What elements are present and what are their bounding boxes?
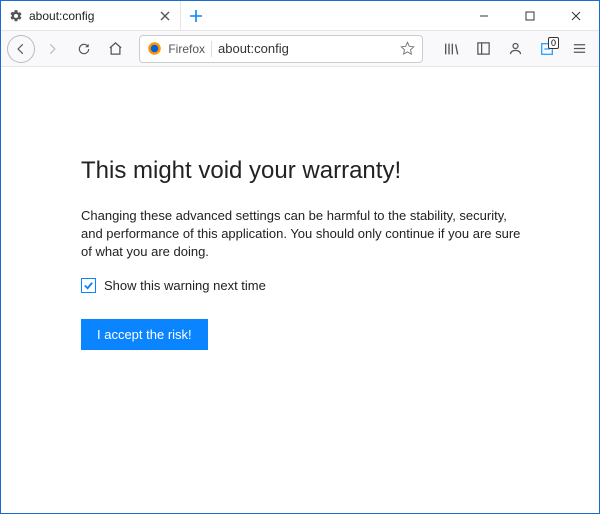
bookmark-star-icon[interactable] <box>400 41 416 57</box>
library-button[interactable] <box>437 35 465 63</box>
show-warning-label: Show this warning next time <box>104 278 266 293</box>
forward-button[interactable] <box>39 35 67 63</box>
account-button[interactable] <box>501 35 529 63</box>
tab-close-icon[interactable] <box>158 9 172 23</box>
firefox-logo-icon <box>146 41 162 57</box>
browser-window: about:config <box>0 0 600 514</box>
warning-body: Changing these advanced settings can be … <box>81 207 529 262</box>
window-maximize-button[interactable] <box>507 1 553 30</box>
urlbar-separator <box>211 41 212 57</box>
url-input[interactable] <box>218 41 394 56</box>
window-minimize-button[interactable] <box>461 1 507 30</box>
tab-title: about:config <box>29 9 152 23</box>
identity-label: Firefox <box>168 42 205 56</box>
downloads-button[interactable]: 0 <box>533 35 561 63</box>
titlebar: about:config <box>1 1 599 31</box>
home-button[interactable] <box>102 35 130 63</box>
reload-button[interactable] <box>70 35 98 63</box>
window-close-button[interactable] <box>553 1 599 30</box>
show-warning-checkbox[interactable] <box>81 278 96 293</box>
config-warning: This might void your warranty! Changing … <box>1 67 599 350</box>
tab-about-config[interactable]: about:config <box>1 1 181 30</box>
url-bar[interactable]: Firefox <box>139 35 423 63</box>
content-area: This might void your warranty! Changing … <box>1 67 599 513</box>
toolbar-right: 0 <box>437 35 593 63</box>
accept-risk-button[interactable]: I accept the risk! <box>81 319 208 350</box>
back-button[interactable] <box>7 35 35 63</box>
downloads-badge: 0 <box>548 37 559 49</box>
window-controls <box>461 1 599 30</box>
tab-favicon-settings-icon <box>9 9 23 23</box>
sidebar-button[interactable] <box>469 35 497 63</box>
menu-button[interactable] <box>565 35 593 63</box>
warning-title: This might void your warranty! <box>81 157 529 185</box>
new-tab-button[interactable] <box>181 1 211 30</box>
show-warning-checkbox-row[interactable]: Show this warning next time <box>81 278 529 293</box>
nav-toolbar: Firefox 0 <box>1 31 599 67</box>
